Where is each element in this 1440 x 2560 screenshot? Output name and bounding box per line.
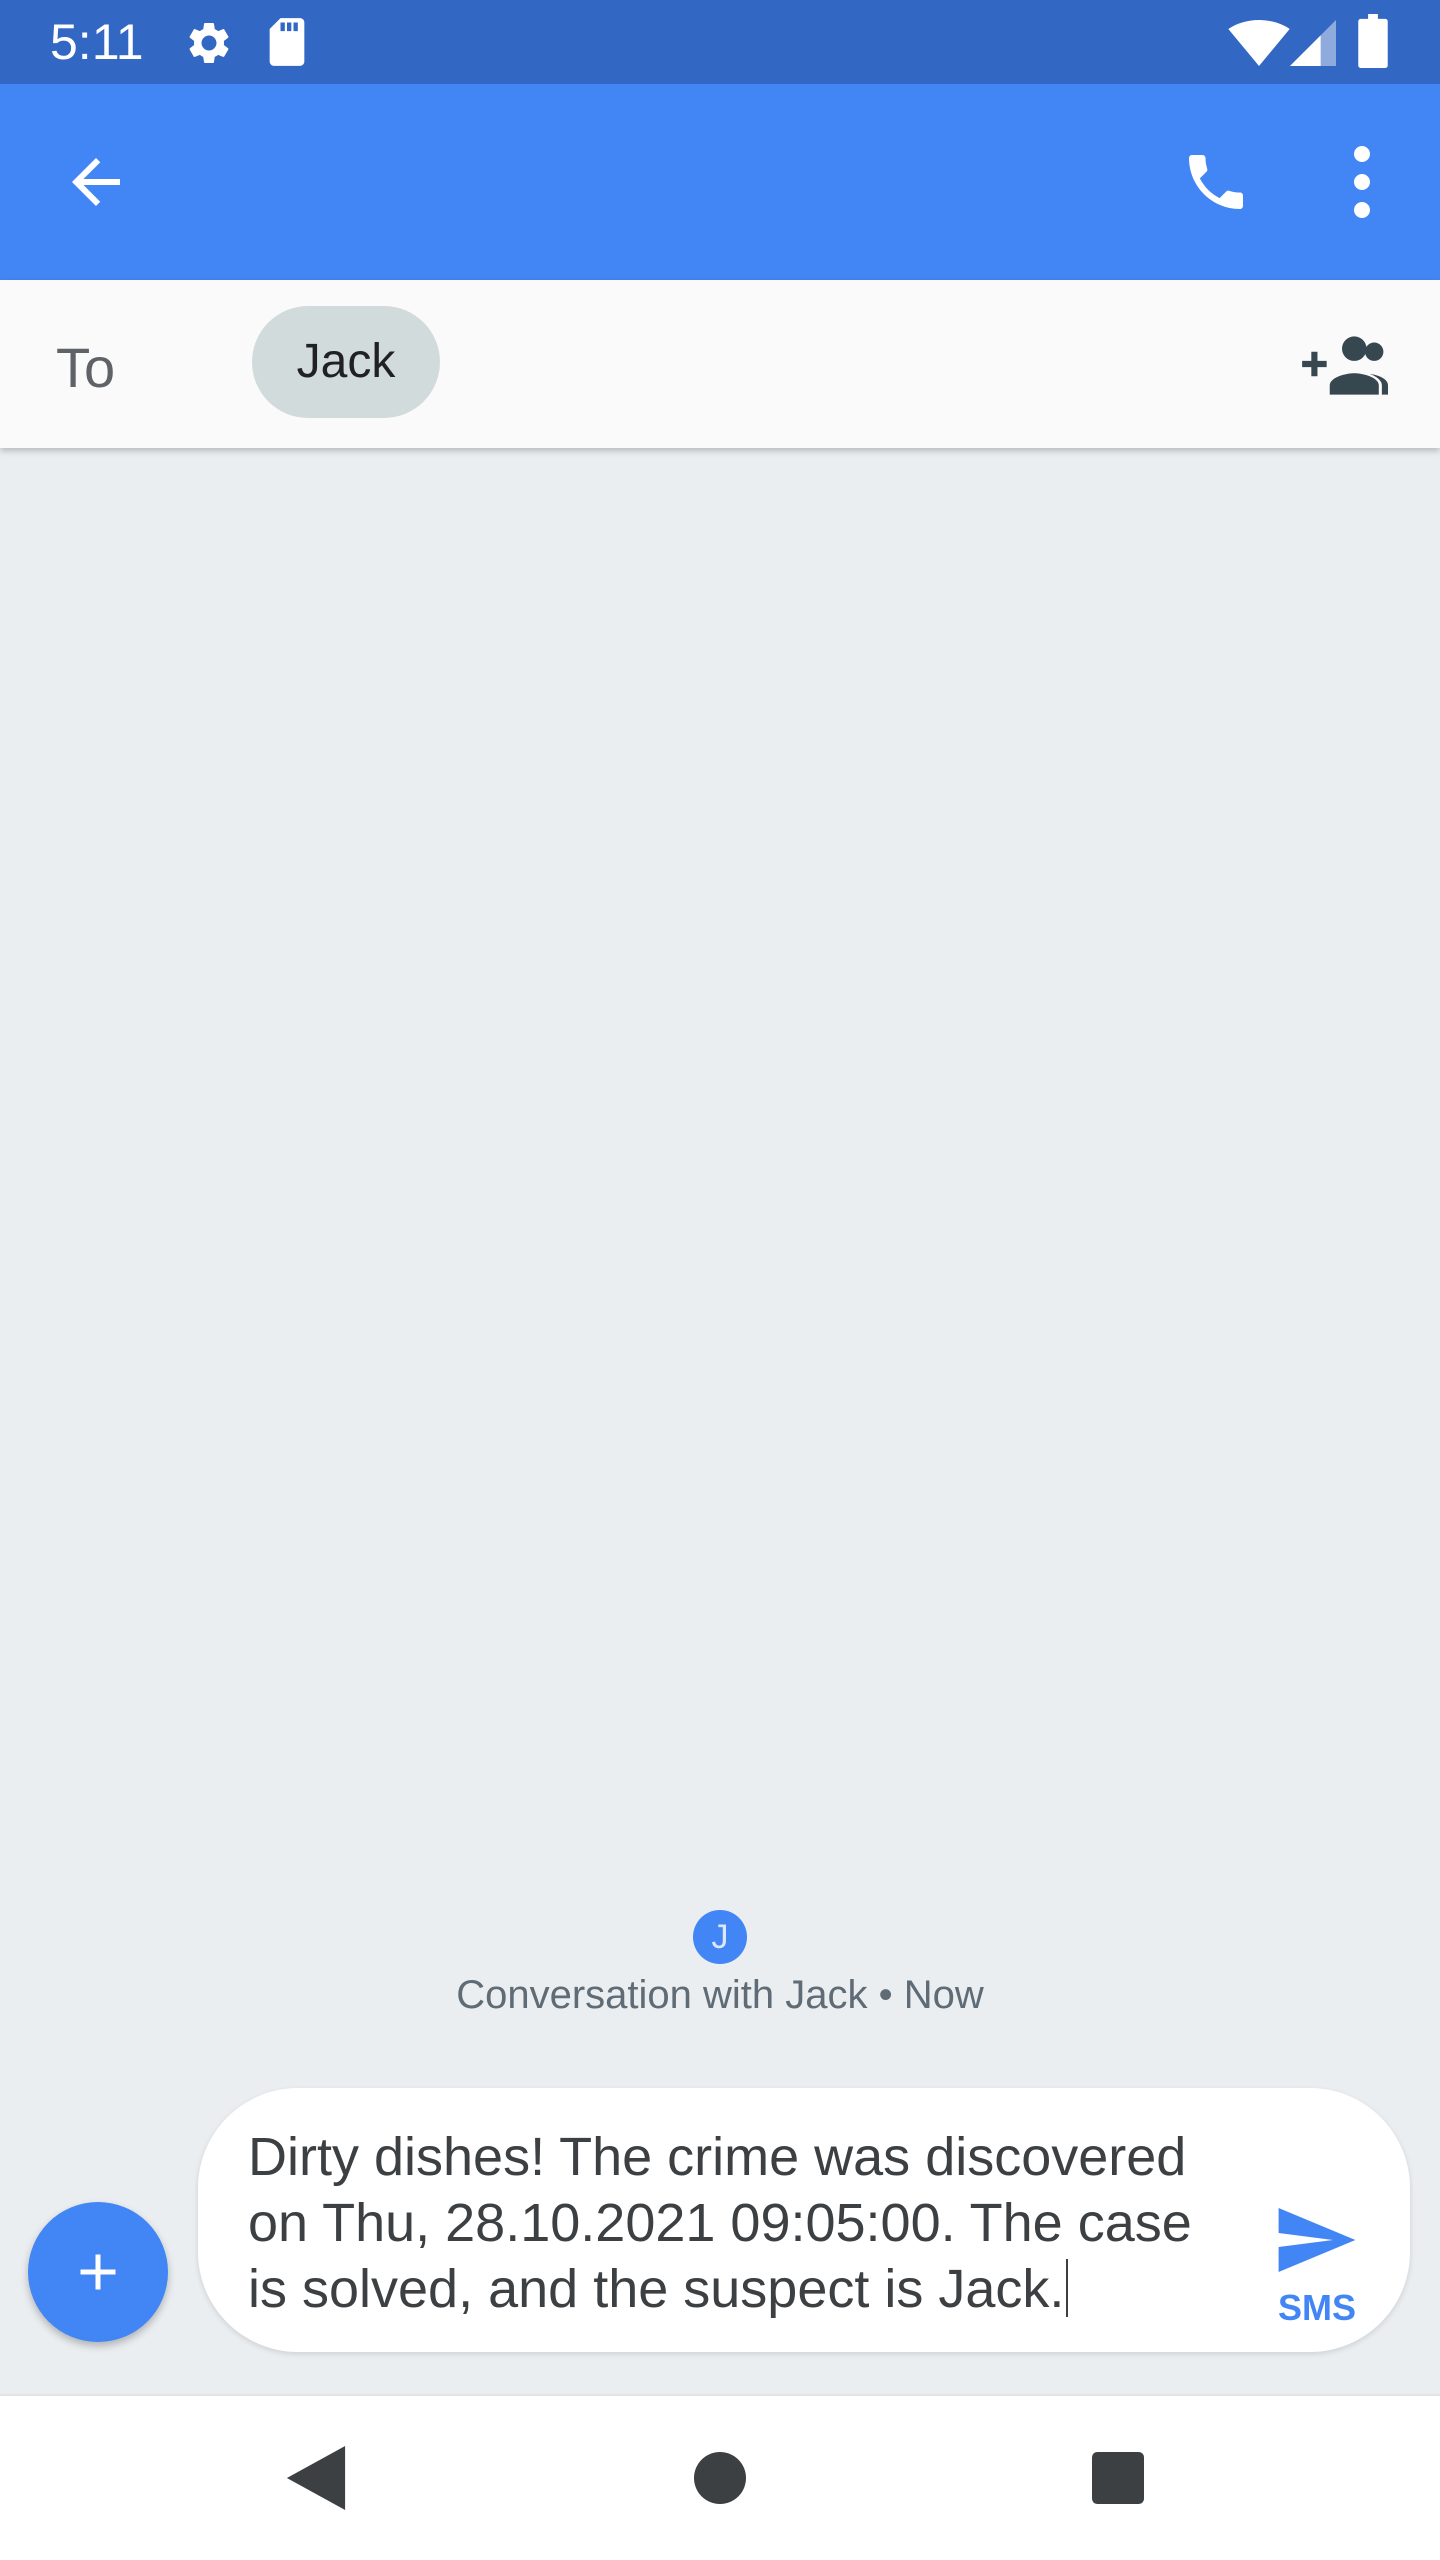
conversation-info: Conversation with Jack • Now xyxy=(456,1973,984,2017)
wifi-icon xyxy=(1228,20,1290,66)
add-group-icon[interactable] xyxy=(1296,332,1388,396)
cell-signal-icon xyxy=(1290,20,1336,66)
avatar: J xyxy=(693,1910,747,1964)
status-time: 5:11 xyxy=(50,14,144,70)
compose-text-value: Dirty dishes! The crime was discovered o… xyxy=(248,2127,1192,2319)
nav-back-icon[interactable] xyxy=(286,2446,346,2510)
nav-recents-icon[interactable] xyxy=(1092,2452,1144,2504)
message-list[interactable] xyxy=(0,448,1440,2088)
app-bar xyxy=(0,84,1440,280)
battery-icon xyxy=(1358,14,1388,68)
compose-text[interactable]: Dirty dishes! The crime was discovered o… xyxy=(248,2124,1228,2322)
send-button[interactable]: SMS xyxy=(1262,2208,1372,2338)
compose-field[interactable]: Dirty dishes! The crime was discovered o… xyxy=(198,2088,1410,2352)
sd-card-icon xyxy=(269,18,305,66)
send-icon xyxy=(1278,2208,1356,2272)
recipient-chip[interactable]: Jack xyxy=(252,306,440,418)
to-label: To xyxy=(56,336,116,399)
plus-icon xyxy=(80,2254,116,2290)
back-arrow-icon[interactable] xyxy=(60,146,132,218)
phone-icon[interactable] xyxy=(1180,146,1252,218)
send-sms-label: SMS xyxy=(1277,2287,1356,2328)
status-bar: 5:11 xyxy=(0,0,1440,84)
text-caret xyxy=(1066,2259,1069,2317)
attach-button[interactable] xyxy=(28,2202,168,2342)
navigation-bar xyxy=(0,2394,1440,2560)
more-vert-icon[interactable] xyxy=(1330,142,1394,222)
gear-icon xyxy=(189,22,229,63)
nav-home-icon[interactable] xyxy=(694,2452,746,2504)
recipient-row: To Jack xyxy=(0,280,1440,448)
